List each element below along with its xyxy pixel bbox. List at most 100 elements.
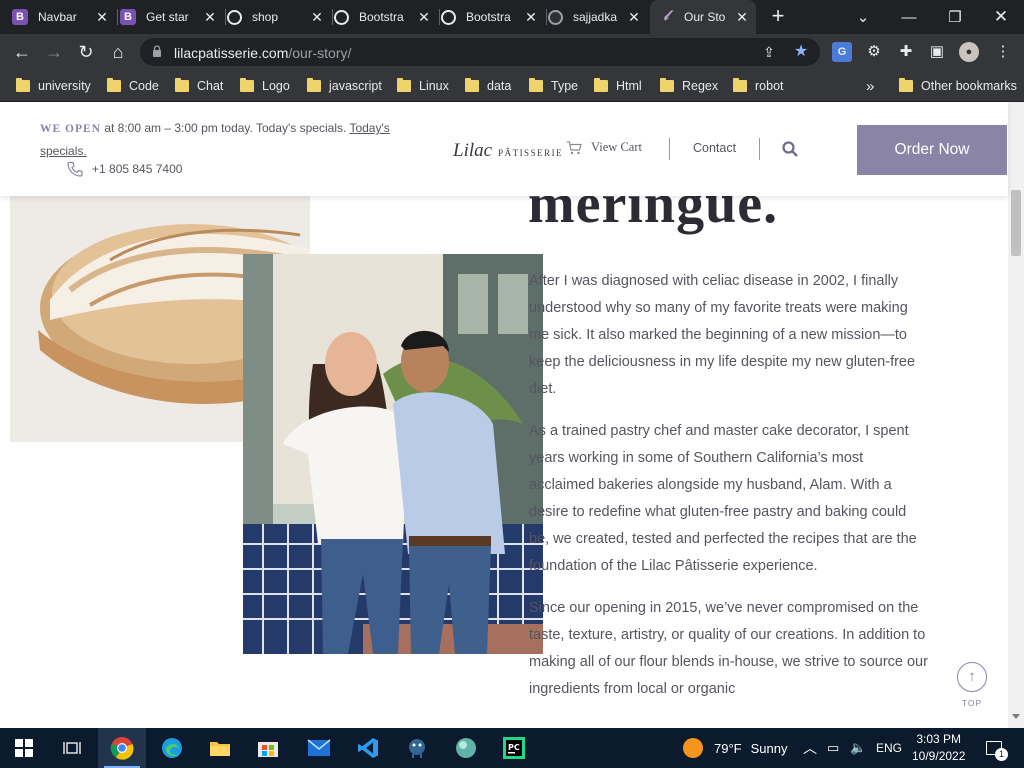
- side-panel-icon[interactable]: ▣: [927, 42, 947, 62]
- bookmark-star-icon[interactable]: ★: [792, 43, 810, 61]
- bookmark-folder[interactable]: Code: [107, 77, 159, 95]
- profile-avatar[interactable]: ●: [959, 42, 979, 62]
- minimize-button[interactable]: —: [886, 0, 932, 34]
- order-now-button[interactable]: Order Now: [857, 125, 1007, 175]
- bookmark-folder[interactable]: university: [16, 77, 91, 95]
- folder-icon: [175, 78, 189, 92]
- opening-hours-notice: WE OPEN at 8:00 am – 3:00 pm today. Toda…: [40, 117, 410, 162]
- view-cart-link[interactable]: View Cart: [566, 140, 642, 155]
- browser-tab[interactable]: sajjadka ✕: [548, 0, 648, 34]
- back-button[interactable]: ←: [10, 40, 34, 64]
- bookmark-folder[interactable]: Type: [529, 77, 578, 95]
- translate-extension-icon[interactable]: G: [832, 42, 852, 62]
- search-icon[interactable]: [782, 141, 798, 157]
- pycharm-taskbar-app[interactable]: PC: [490, 728, 538, 768]
- close-tab-icon[interactable]: ✕: [309, 9, 325, 25]
- other-bookmarks-folder[interactable]: Other bookmarks: [899, 77, 1017, 95]
- close-window-button[interactable]: ✕: [978, 0, 1024, 34]
- task-view-button[interactable]: [48, 728, 96, 768]
- story-paragraph: As a trained pastry chef and master cake…: [529, 423, 917, 574]
- postgres-taskbar-app[interactable]: [393, 728, 441, 768]
- bookmark-folder[interactable]: Linux: [397, 77, 449, 95]
- close-tab-icon[interactable]: ✕: [734, 9, 750, 25]
- scrollbar-thumb[interactable]: [1011, 190, 1021, 256]
- bookmark-folder[interactable]: javascript: [307, 77, 382, 95]
- restore-button[interactable]: ❐: [932, 0, 978, 34]
- nav-divider: [759, 138, 760, 160]
- we-open-label: WE OPEN: [40, 123, 101, 135]
- browser-tab[interactable]: B Navbar ✕: [12, 0, 116, 34]
- home-button[interactable]: ⌂: [106, 40, 130, 64]
- address-bar[interactable]: lilacpatisserie.com/our-story/ ⇪ ★: [140, 38, 820, 66]
- story-paragraph: After I was diagnosed with celiac diseas…: [529, 273, 916, 397]
- founders-illustration: [243, 254, 543, 654]
- close-tab-icon[interactable]: ✕: [626, 9, 642, 25]
- file-explorer-taskbar-app[interactable]: [196, 728, 244, 768]
- windows-taskbar: PC 79°F Sunny ︿ ▭ 🔈 ENG 3:03 PM 10/9/202…: [0, 728, 1024, 768]
- lilac-icon: 𝓁: [663, 9, 669, 24]
- network-icon[interactable]: ▭: [827, 728, 839, 768]
- close-tab-icon[interactable]: ✕: [202, 9, 218, 25]
- store-icon: [258, 742, 278, 757]
- phone-contact[interactable]: +1 805 845 7400: [67, 161, 182, 177]
- browser-tab[interactable]: B Get star ✕: [120, 0, 224, 34]
- input-language[interactable]: ENG: [876, 728, 902, 768]
- bookmark-folder[interactable]: data: [465, 77, 511, 95]
- browser-menu-icon[interactable]: ⋮: [993, 42, 1013, 62]
- folder-icon: [397, 78, 411, 92]
- extensions-puzzle-icon[interactable]: ✚: [896, 42, 916, 62]
- volume-icon[interactable]: 🔈: [850, 728, 866, 768]
- more-bookmarks-chevron[interactable]: »: [866, 77, 874, 95]
- bookmark-folder[interactable]: Logo: [240, 77, 290, 95]
- folder-icon: [107, 78, 121, 92]
- tab-title: sajjadka: [573, 10, 618, 24]
- chrome-taskbar-app[interactable]: [98, 728, 146, 768]
- scroll-down-arrow-icon[interactable]: [1012, 714, 1020, 719]
- contact-link[interactable]: Contact: [693, 141, 736, 155]
- back-to-top-button[interactable]: ↑ TOP: [957, 662, 987, 708]
- close-tab-icon[interactable]: ✕: [523, 9, 539, 25]
- browser-tab[interactable]: Bootstra ✕: [334, 0, 438, 34]
- store-taskbar-app[interactable]: [244, 728, 292, 768]
- browser-tab[interactable]: Bootstra ✕: [441, 0, 545, 34]
- tab-strip: B Navbar ✕ B Get star ✕ shop ✕ Bootstra …: [0, 0, 1024, 34]
- tab-search-chevron-icon[interactable]: ⌄: [840, 0, 886, 34]
- mail-taskbar-app[interactable]: [295, 728, 343, 768]
- vscode-taskbar-app[interactable]: [344, 728, 392, 768]
- weather-widget[interactable]: 79°F Sunny: [683, 728, 787, 768]
- bookmark-folder[interactable]: Html: [594, 77, 642, 95]
- new-tab-button[interactable]: +: [767, 5, 789, 27]
- clock[interactable]: 3:03 PM 10/9/2022: [912, 728, 965, 768]
- folder-icon: [529, 78, 543, 92]
- folder-icon: [594, 78, 608, 92]
- bookmark-label: university: [38, 79, 91, 93]
- arrow-up-icon: ↑: [957, 662, 987, 692]
- browser-tab[interactable]: shop ✕: [227, 0, 331, 34]
- github-icon: [548, 9, 563, 25]
- close-tab-icon[interactable]: ✕: [416, 9, 432, 25]
- bookmark-folder[interactable]: Chat: [175, 77, 223, 95]
- folder-icon: [465, 78, 479, 92]
- notification-center-button[interactable]: 1: [982, 728, 1008, 768]
- folder-icon: [660, 78, 674, 92]
- forward-button[interactable]: →: [42, 40, 66, 64]
- site-logo[interactable]: Lilac PÂTISSERIE: [453, 140, 563, 162]
- bootstrap-icon: B: [120, 9, 136, 25]
- folder-icon: [240, 78, 254, 92]
- svg-text:PC: PC: [508, 743, 520, 752]
- share-icon[interactable]: ⇪: [760, 43, 778, 61]
- sphere-taskbar-app[interactable]: [442, 728, 490, 768]
- tray-chevron-icon[interactable]: ︿: [803, 728, 817, 768]
- start-button[interactable]: [0, 728, 48, 768]
- edge-taskbar-app[interactable]: [148, 728, 196, 768]
- opening-hours-text: at 8:00 am – 3:00 pm today. Today's spec…: [101, 121, 347, 135]
- reload-button[interactable]: ↻: [74, 40, 98, 64]
- gear-extension-icon[interactable]: ⚙: [864, 42, 884, 62]
- bookmark-label: Type: [551, 79, 579, 93]
- bookmark-folder[interactable]: Regex: [660, 77, 718, 95]
- browser-tab-active[interactable]: 𝓁 Our Sto ✕: [650, 0, 756, 34]
- bookmark-folder[interactable]: robot: [733, 77, 784, 95]
- page-scrollbar[interactable]: [1008, 102, 1024, 728]
- close-tab-icon[interactable]: ✕: [94, 9, 110, 25]
- tab-title: Get star: [146, 10, 189, 24]
